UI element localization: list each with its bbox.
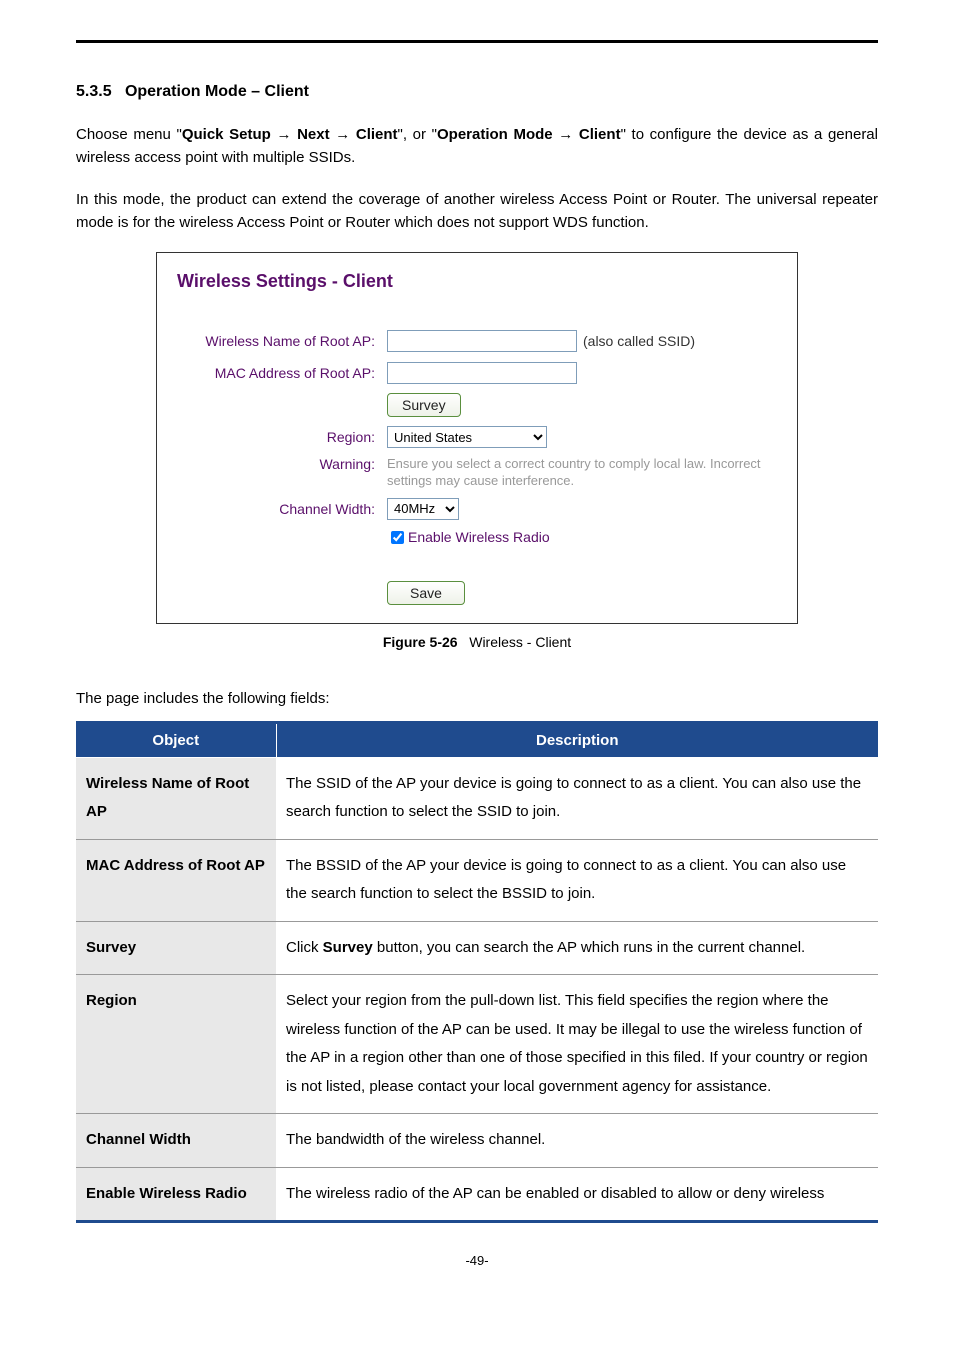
figure-caption: Figure 5-26 Wireless - Client bbox=[76, 634, 878, 650]
table-row: Region Select your region from the pull-… bbox=[76, 975, 878, 1114]
p1-bold-1: Quick Setup → Next → Client bbox=[182, 126, 398, 143]
label-mac: MAC Address of Root AP: bbox=[177, 365, 387, 381]
table-row: Survey Click Survey button, you can sear… bbox=[76, 921, 878, 975]
cell-object: Survey bbox=[76, 921, 276, 975]
cell-desc: The SSID of the AP your device is going … bbox=[276, 757, 878, 839]
table-row: Channel Width The bandwidth of the wirel… bbox=[76, 1114, 878, 1168]
cell-object: Wireless Name of Root AP bbox=[76, 757, 276, 839]
row-mac: MAC Address of Root AP: bbox=[177, 360, 777, 386]
cell-desc-a: Click bbox=[286, 939, 323, 956]
p1-text-a: Choose menu " bbox=[76, 126, 182, 143]
cell-object: MAC Address of Root AP bbox=[76, 839, 276, 921]
page-number: -49- bbox=[76, 1253, 878, 1288]
row-wireless-name: Wireless Name of Root AP: (also called S… bbox=[177, 328, 777, 354]
paragraph-1: Choose menu "Quick Setup → Next → Client… bbox=[76, 123, 878, 170]
input-mac[interactable] bbox=[387, 362, 577, 384]
cell-desc: The BSSID of the AP your device is going… bbox=[276, 839, 878, 921]
p1-text-c: ", or " bbox=[398, 126, 437, 143]
row-channel-width: Channel Width: 40MHz bbox=[177, 496, 777, 522]
figure-panel: Wireless Settings - Client Wireless Name… bbox=[156, 252, 798, 624]
input-wireless-name[interactable] bbox=[387, 330, 577, 352]
label-enable-radio: Enable Wireless Radio bbox=[408, 529, 550, 545]
section-heading: 5.3.5 Operation Mode – Client bbox=[76, 83, 878, 101]
survey-button[interactable]: Survey bbox=[387, 393, 461, 417]
row-warning: Warning: Ensure you select a correct cou… bbox=[177, 456, 777, 490]
row-region: Region: United States bbox=[177, 424, 777, 450]
cell-desc: The bandwidth of the wireless channel. bbox=[276, 1114, 878, 1168]
fields-intro: The page includes the following fields: bbox=[76, 690, 878, 707]
th-object: Object bbox=[76, 722, 276, 757]
description-table: Object Description Wireless Name of Root… bbox=[76, 721, 878, 1224]
cell-desc-bold: Survey bbox=[323, 939, 373, 956]
p1-bold-2: Operation Mode → Client bbox=[437, 126, 621, 143]
paragraph-2: In this mode, the product can extend the… bbox=[76, 188, 878, 235]
cell-object: Enable Wireless Radio bbox=[76, 1167, 276, 1222]
cell-desc-b: button, you can search the AP which runs… bbox=[373, 939, 806, 956]
cell-object: Channel Width bbox=[76, 1114, 276, 1168]
row-survey: Survey bbox=[177, 392, 777, 418]
figure-heading: Wireless Settings - Client bbox=[177, 271, 777, 292]
save-button[interactable]: Save bbox=[387, 581, 465, 605]
caption-bold: Figure 5-26 bbox=[383, 634, 458, 650]
select-channel-width[interactable]: 40MHz bbox=[387, 498, 459, 520]
table-row: MAC Address of Root AP The BSSID of the … bbox=[76, 839, 878, 921]
select-region[interactable]: United States bbox=[387, 426, 547, 448]
cell-desc: Click Survey button, you can search the … bbox=[276, 921, 878, 975]
label-warning: Warning: bbox=[177, 456, 387, 472]
row-enable-radio: Enable Wireless Radio bbox=[387, 528, 777, 547]
table-row: Enable Wireless Radio The wireless radio… bbox=[76, 1167, 878, 1222]
cell-desc: The wireless radio of the AP can be enab… bbox=[276, 1167, 878, 1222]
th-description: Description bbox=[276, 722, 878, 757]
checkbox-enable-radio[interactable] bbox=[391, 531, 404, 544]
label-wireless-name: Wireless Name of Root AP: bbox=[177, 333, 387, 349]
section-title: Operation Mode – Client bbox=[125, 83, 309, 100]
caption-text: Wireless - Client bbox=[469, 634, 571, 650]
warning-text: Ensure you select a correct country to c… bbox=[387, 456, 777, 490]
cell-desc: Select your region from the pull-down li… bbox=[276, 975, 878, 1114]
table-row: Wireless Name of Root AP The SSID of the… bbox=[76, 757, 878, 839]
top-rule bbox=[76, 40, 878, 43]
label-region: Region: bbox=[177, 429, 387, 445]
section-number: 5.3.5 bbox=[76, 83, 112, 100]
ssid-note: (also called SSID) bbox=[583, 333, 695, 349]
label-channel-width: Channel Width: bbox=[177, 501, 387, 517]
row-save: Save bbox=[387, 581, 777, 605]
cell-object: Region bbox=[76, 975, 276, 1114]
